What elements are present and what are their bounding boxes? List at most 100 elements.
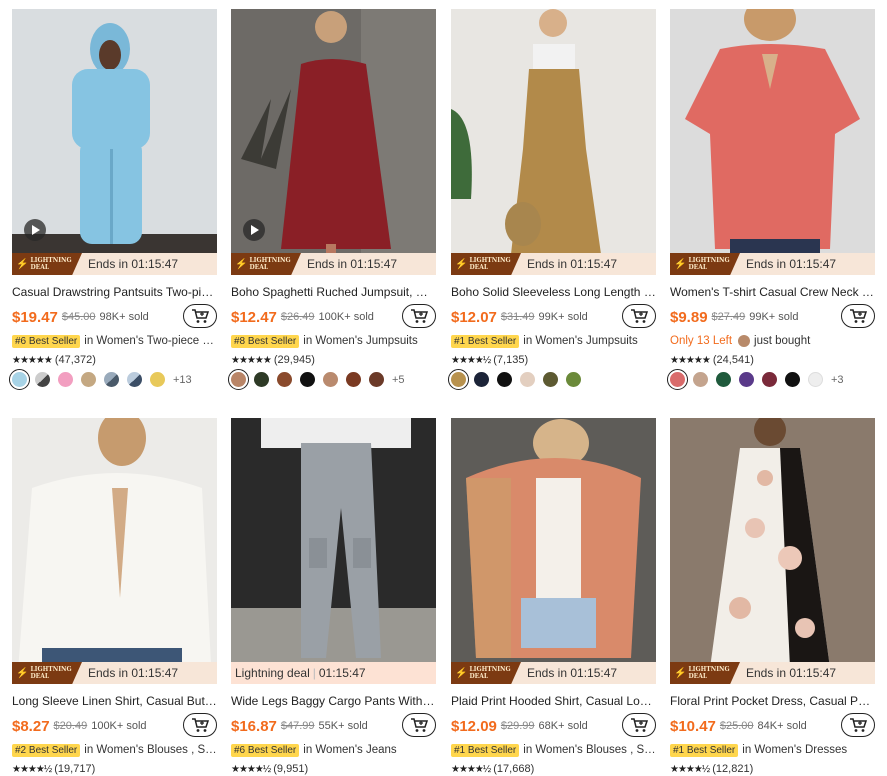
product-image[interactable]: ⚡ Lightning Deal Ends in 01:15:47 [670, 418, 875, 684]
best-seller-row[interactable]: #6 Best Seller in Women's Jeans [231, 744, 436, 760]
deal-label: Lightning deal [235, 666, 310, 680]
best-seller-row[interactable]: #1 Best Seller in Women's Blouses , S… [451, 744, 656, 760]
sold-count: 100K+ sold [91, 720, 147, 732]
color-swatch[interactable] [228, 369, 249, 390]
add-to-cart-button[interactable] [402, 304, 436, 328]
product-image[interactable]: ⚡ Lightning Deal Ends in 01:15:47 [451, 418, 656, 684]
color-swatch[interactable] [9, 369, 30, 390]
cart-icon [192, 718, 209, 732]
color-swatch[interactable] [693, 372, 708, 387]
color-swatch[interactable] [104, 372, 119, 387]
product-title[interactable]: Boho Spaghetti Ruched Jumpsuit, Ca… [231, 285, 436, 299]
product-card[interactable]: ⚡ Lightning Deal Ends in 01:15:47 Boho So… [448, 9, 656, 390]
color-swatch[interactable] [323, 372, 338, 387]
more-colors[interactable]: +3 [831, 374, 844, 386]
best-seller-category: in Women's Blouses , S… [84, 744, 217, 756]
best-seller-category: in Women's Two-piece … [84, 335, 214, 347]
rating: ★★★★½ (12,821) [670, 763, 875, 775]
product-title[interactable]: Long Sleeve Linen Shirt, Casual Butto… [12, 694, 217, 708]
color-swatch[interactable] [474, 372, 489, 387]
color-swatch[interactable] [277, 372, 292, 387]
more-colors[interactable]: +13 [173, 374, 192, 386]
best-seller-category: in Women's Jumpsuits [303, 335, 418, 347]
color-swatch[interactable] [150, 372, 165, 387]
best-seller-row[interactable]: #1 Best Seller in Women's Jumpsuits [451, 335, 656, 351]
lightning-deal-badge: ⚡ Lightning Deal [670, 662, 740, 684]
product-image[interactable]: ⚡ Lightning Deal Ends in 01:15:47 [12, 418, 217, 684]
lightning-deal-badge: ⚡ Lightning Deal [670, 253, 740, 275]
product-image[interactable]: ⚡ Lightning Deal Ends in 01:15:47 [451, 9, 656, 275]
best-seller-row[interactable]: #2 Best Seller in Women's Blouses , S… [12, 744, 217, 760]
cart-icon [631, 309, 648, 323]
sold-count: 98K+ sold [99, 311, 149, 323]
best-seller-category: in Women's Blouses , S… [523, 744, 656, 756]
color-swatch[interactable] [808, 372, 823, 387]
color-swatch[interactable] [448, 369, 469, 390]
product-title[interactable]: Casual Drawstring Pantsuits Two-piec… [12, 285, 217, 299]
product-image[interactable]: ⚡ Lightning Deal Ends in 01:15:47 [670, 9, 875, 275]
product-card[interactable]: ⚡ Lightning Deal Ends in 01:15:47 Floral … [670, 418, 875, 775]
color-swatch[interactable] [35, 372, 50, 387]
color-swatch[interactable] [667, 369, 688, 390]
best-seller-badge: #6 Best Seller [231, 744, 300, 757]
best-seller-badge: #1 Best Seller [451, 744, 520, 757]
product-image[interactable]: Lightning deal | 01:15:47 [231, 418, 436, 684]
color-swatch[interactable] [369, 372, 384, 387]
review-count: (9,951) [273, 763, 309, 775]
add-to-cart-button[interactable] [183, 713, 217, 737]
color-swatch[interactable] [300, 372, 315, 387]
review-count: (29,945) [273, 354, 315, 366]
color-swatch[interactable] [762, 372, 777, 387]
color-swatch[interactable] [346, 372, 361, 387]
rating: ★★★★½ (17,668) [451, 763, 656, 775]
product-title[interactable]: Wide Legs Baggy Cargo Pants With Fl… [231, 694, 436, 708]
lightning-deal-badge: ⚡ Lightning Deal [451, 253, 521, 275]
product-photo [451, 418, 656, 684]
product-title[interactable]: Boho Solid Sleeveless Long Length Ju… [451, 285, 656, 299]
best-seller-row[interactable]: #8 Best Seller in Women's Jumpsuits [231, 335, 436, 351]
product-photo [451, 9, 656, 275]
best-seller-row[interactable]: #1 Best Seller in Women's Dresses [670, 744, 875, 760]
add-to-cart-button[interactable] [402, 713, 436, 737]
product-card[interactable]: ⚡ Lightning Deal Ends in 01:15:47 Long Sl… [12, 418, 217, 775]
color-swatch[interactable] [566, 372, 581, 387]
color-swatch[interactable] [785, 372, 800, 387]
add-to-cart-button[interactable] [622, 713, 656, 737]
add-to-cart-button[interactable] [622, 304, 656, 328]
product-card[interactable]: ⚡ Lightning Deal Ends in 01:15:47 Casual … [9, 9, 217, 390]
color-swatch[interactable] [520, 372, 535, 387]
product-card[interactable]: ⚡ Lightning Deal Ends in 01:15:47 Boho Sp… [228, 9, 436, 390]
more-colors[interactable]: +5 [392, 374, 405, 386]
color-swatch[interactable] [543, 372, 558, 387]
color-swatch[interactable] [739, 372, 754, 387]
color-swatch[interactable] [254, 372, 269, 387]
cart-icon [850, 309, 867, 323]
best-seller-row[interactable]: #6 Best Seller in Women's Two-piece … [12, 335, 217, 351]
sold-count: 99K+ sold [749, 311, 799, 323]
add-to-cart-button[interactable] [183, 304, 217, 328]
product-photo [231, 418, 436, 684]
sold-count: 55K+ sold [318, 720, 368, 732]
product-title[interactable]: Women's T-shirt Casual Crew Neck S… [670, 285, 875, 299]
product-card[interactable]: ⚡ Lightning Deal Ends in 01:15:47 Women's… [667, 9, 875, 390]
best-seller-badge: #1 Best Seller [670, 744, 739, 757]
product-title[interactable]: Floral Print Pocket Dress, Casual Poc… [670, 694, 875, 708]
play-video-icon[interactable] [24, 219, 46, 241]
color-swatch[interactable] [81, 372, 96, 387]
product-title[interactable]: Plaid Print Hooded Shirt, Casual Long… [451, 694, 656, 708]
color-swatches: +3 [667, 369, 875, 390]
product-card[interactable]: ⚡ Lightning Deal Ends in 01:15:47 Plaid P… [451, 418, 656, 775]
product-image[interactable]: ⚡ Lightning Deal Ends in 01:15:47 [12, 9, 217, 275]
color-swatch[interactable] [58, 372, 73, 387]
lightning-deal-bar: ⚡ Lightning Deal Ends in 01:15:47 [670, 662, 875, 684]
product-card[interactable]: Lightning deal | 01:15:47 Wide Legs Baggy … [231, 418, 436, 775]
product-image[interactable]: ⚡ Lightning Deal Ends in 01:15:47 [231, 9, 436, 275]
play-video-icon[interactable] [243, 219, 265, 241]
add-to-cart-button[interactable] [841, 713, 875, 737]
original-price: $27.49 [711, 311, 746, 323]
add-to-cart-button[interactable] [841, 304, 875, 328]
rating: ★★★★½ (7,135) [451, 354, 656, 366]
color-swatch[interactable] [497, 372, 512, 387]
color-swatch[interactable] [716, 372, 731, 387]
color-swatch[interactable] [127, 372, 142, 387]
